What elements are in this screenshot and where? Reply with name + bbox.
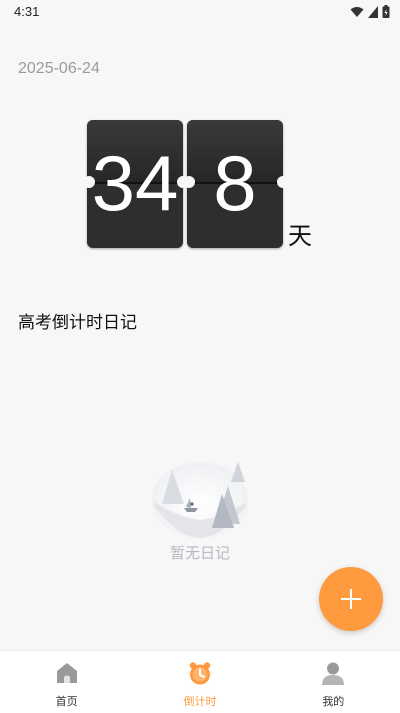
- countdown-date: 2025-06-24: [18, 60, 100, 77]
- alarm-clock-icon: [189, 662, 211, 685]
- empty-state-illustration: [152, 462, 248, 538]
- wifi-icon: [350, 6, 364, 17]
- diary-section-title: 高考倒计时日记: [18, 313, 137, 333]
- flip-hinge: [183, 176, 195, 188]
- tab-countdown[interactable]: 倒计时: [133, 651, 266, 713]
- day-unit-label: 天: [288, 222, 312, 250]
- battery-icon: [382, 5, 390, 18]
- status-bar: 4:31: [0, 0, 400, 24]
- signal-icon: [368, 5, 378, 18]
- tab-label: 倒计时: [183, 695, 217, 708]
- flip-digit: 34: [91, 139, 179, 227]
- flip-digit: 8: [213, 139, 257, 227]
- tab-home[interactable]: 首页: [0, 651, 133, 713]
- flip-card-units: 8: [187, 120, 283, 248]
- bottom-tab-bar: 首页 倒计时 我的: [0, 650, 400, 713]
- flip-hinge: [277, 176, 289, 188]
- flip-card-tens: 34: [87, 120, 183, 248]
- plus-icon: [341, 589, 361, 609]
- status-time: 4:31: [14, 4, 40, 19]
- add-diary-button[interactable]: [319, 567, 383, 631]
- empty-state-text: 暂无日记: [169, 544, 230, 562]
- flip-hinge: [83, 176, 95, 188]
- home-icon: [56, 663, 77, 683]
- tab-label: 我的: [322, 695, 345, 708]
- tab-profile[interactable]: 我的: [267, 651, 400, 713]
- tab-label: 首页: [55, 695, 78, 708]
- status-icons: [350, 5, 390, 18]
- person-icon: [322, 662, 345, 685]
